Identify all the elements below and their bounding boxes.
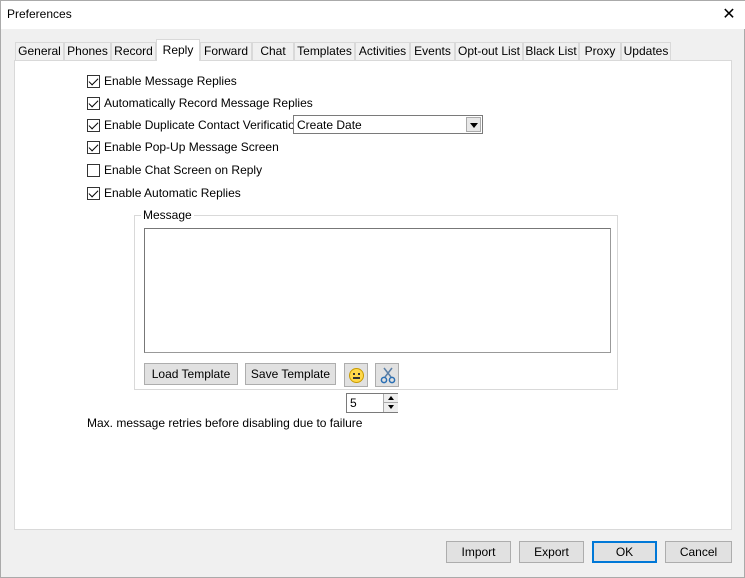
- cancel-button[interactable]: Cancel: [665, 541, 732, 563]
- option-label: Enable Pop-Up Message Screen: [104, 140, 279, 154]
- scissors-icon: [380, 367, 396, 384]
- option-auto-record-replies[interactable]: Automatically Record Message Replies: [87, 95, 313, 111]
- close-icon[interactable]: ✕: [712, 1, 745, 29]
- checkbox[interactable]: [87, 96, 100, 110]
- option-label: Enable Duplicate Contact Verification: [104, 118, 302, 132]
- tab-activities[interactable]: Activities: [355, 42, 410, 61]
- option-label: Automatically Record Message Replies: [104, 96, 313, 110]
- reply-tab-panel: Enable Message Replies Automatically Rec…: [14, 60, 732, 530]
- spin-down-icon[interactable]: [384, 403, 398, 412]
- tab-updates[interactable]: Updates: [621, 42, 671, 61]
- option-popup-message-screen[interactable]: Enable Pop-Up Message Screen: [87, 139, 279, 155]
- option-automatic-replies[interactable]: Enable Automatic Replies: [87, 185, 241, 201]
- tab-reply[interactable]: Reply: [156, 39, 200, 61]
- option-label: Enable Automatic Replies: [104, 186, 241, 200]
- checkbox[interactable]: [87, 74, 100, 88]
- option-duplicate-contact-verification[interactable]: Enable Duplicate Contact Verification: [87, 117, 301, 133]
- checkbox[interactable]: [87, 140, 100, 154]
- max-retries-label: Max. message retries before disabling du…: [87, 416, 363, 430]
- tab-proxy[interactable]: Proxy: [579, 42, 621, 61]
- checkbox[interactable]: [87, 163, 100, 177]
- tab-events[interactable]: Events: [410, 42, 455, 61]
- tab-record[interactable]: Record: [111, 42, 156, 61]
- option-enable-message-replies[interactable]: Enable Message Replies: [87, 73, 237, 89]
- emoji-button[interactable]: [344, 363, 368, 387]
- smiley-icon: [349, 368, 364, 383]
- chevron-down-icon[interactable]: [466, 117, 481, 132]
- message-group: Message Load Template Save Template: [134, 208, 618, 390]
- tab-forward[interactable]: Forward: [200, 42, 252, 61]
- option-label: Enable Message Replies: [104, 74, 237, 88]
- export-button[interactable]: Export: [519, 541, 584, 563]
- checkbox[interactable]: [87, 118, 100, 132]
- tab-general[interactable]: General: [15, 42, 64, 61]
- spinner-buttons: [383, 394, 398, 412]
- tab-phones[interactable]: Phones: [64, 42, 111, 61]
- save-template-button[interactable]: Save Template: [245, 363, 336, 385]
- preferences-window: Preferences ✕ General Phones Record Repl…: [0, 0, 745, 578]
- option-chat-screen-on-reply[interactable]: Enable Chat Screen on Reply: [87, 162, 262, 178]
- load-template-button[interactable]: Load Template: [144, 363, 238, 385]
- message-textarea[interactable]: [144, 228, 611, 353]
- select-value: Create Date: [297, 118, 362, 132]
- spin-up-icon[interactable]: [384, 394, 398, 403]
- cut-button[interactable]: [375, 363, 399, 387]
- tab-chat[interactable]: Chat: [252, 42, 294, 61]
- spinner-value[interactable]: 5: [350, 396, 357, 410]
- tab-opt-out-list[interactable]: Opt-out List: [455, 42, 523, 61]
- checkbox[interactable]: [87, 186, 100, 200]
- ok-button[interactable]: OK: [592, 541, 657, 563]
- message-group-label: Message: [141, 208, 194, 222]
- duplicate-criteria-select[interactable]: Create Date: [293, 115, 483, 134]
- window-title: Preferences: [7, 7, 72, 21]
- max-retries-spinner[interactable]: 5: [346, 393, 398, 413]
- option-label: Enable Chat Screen on Reply: [104, 163, 263, 177]
- title-bar: Preferences ✕: [1, 1, 745, 29]
- tab-templates[interactable]: Templates: [294, 42, 355, 61]
- import-button[interactable]: Import: [446, 541, 511, 563]
- tab-black-list[interactable]: Black List: [523, 42, 579, 61]
